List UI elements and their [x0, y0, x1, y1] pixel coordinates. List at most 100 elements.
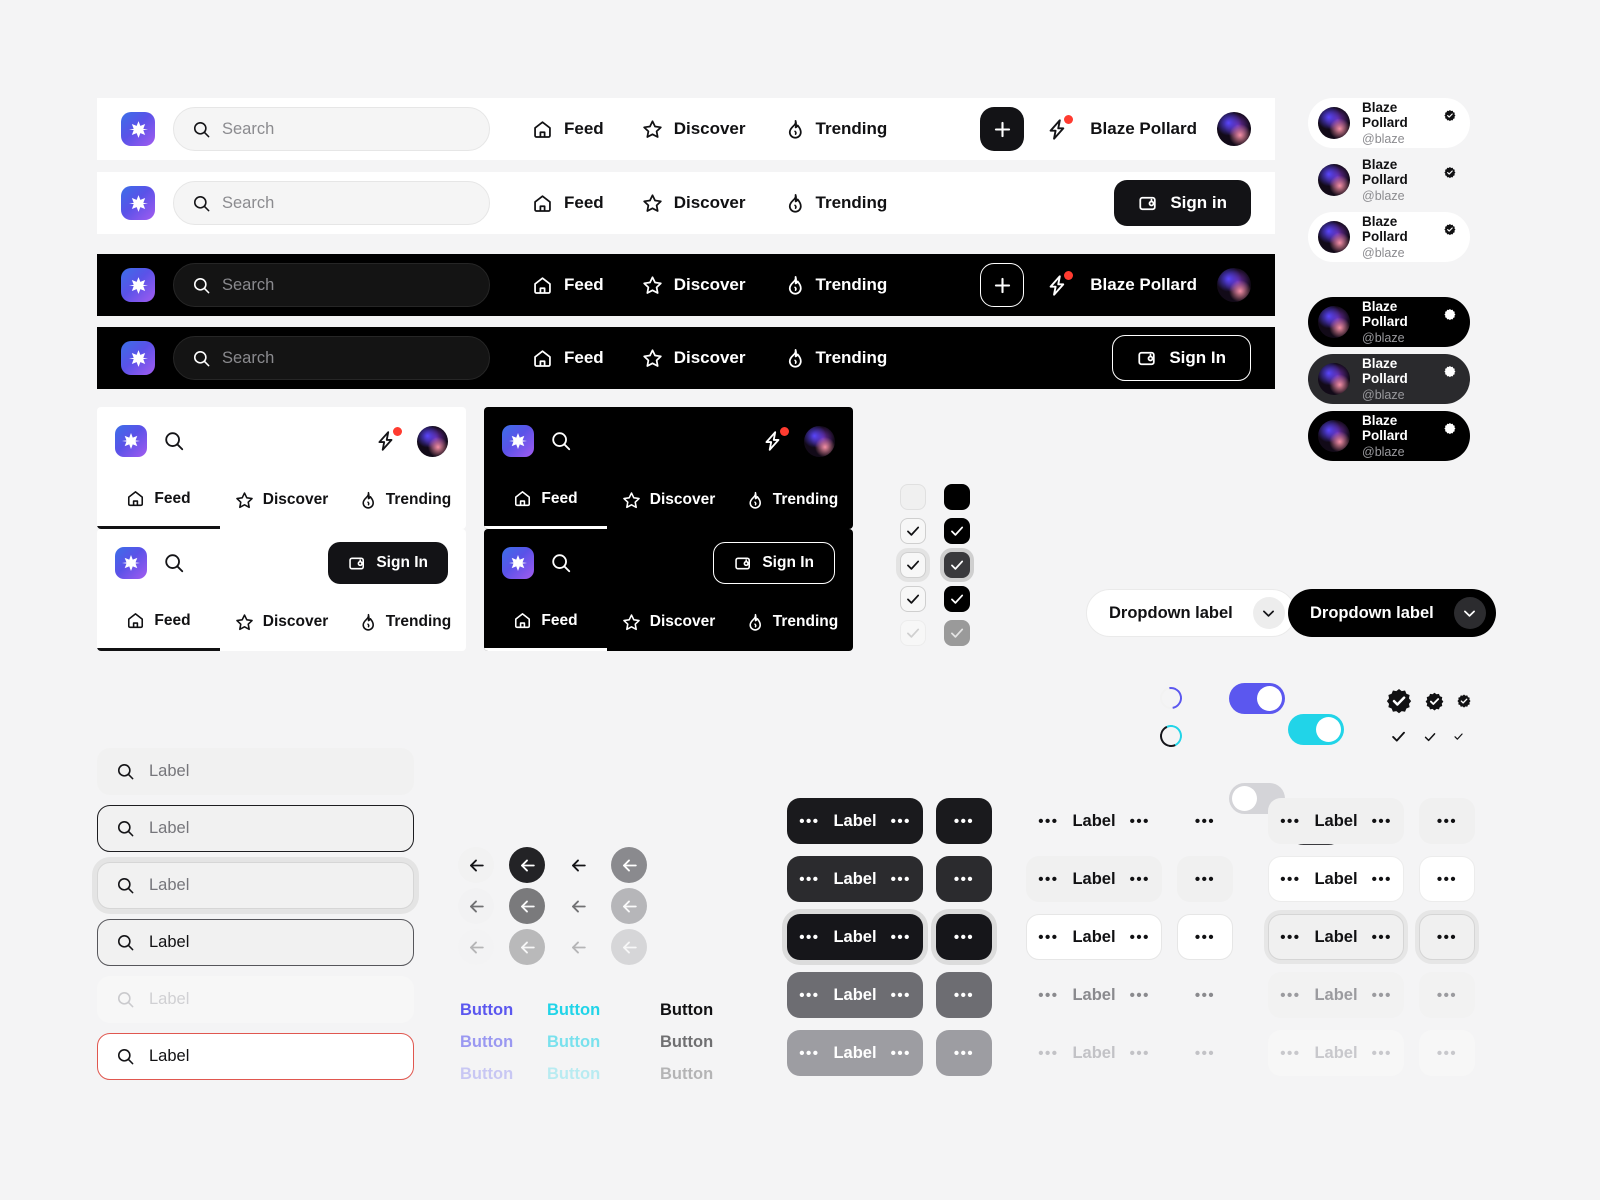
- nav-item-trending[interactable]: Trending: [784, 275, 887, 296]
- nav-item-feed[interactable]: Feed: [532, 193, 604, 214]
- input-field-filled[interactable]: Label: [97, 919, 414, 966]
- arrow-left-button[interactable]: [611, 888, 647, 924]
- search-icon[interactable]: [550, 552, 572, 574]
- search-input[interactable]: Search: [173, 263, 490, 307]
- text-button-black[interactable]: Button: [660, 1001, 722, 1020]
- icon-button-ghost-muted[interactable]: •••: [1177, 972, 1233, 1018]
- tab-trending[interactable]: Trending: [730, 475, 853, 529]
- arrow-left-button[interactable]: [458, 888, 494, 924]
- tab-feed[interactable]: Feed: [97, 597, 220, 651]
- text-button-indigo[interactable]: Button: [460, 1001, 522, 1020]
- signin-button[interactable]: Sign In: [328, 542, 448, 584]
- avatar[interactable]: [417, 425, 448, 457]
- label-button-ghost-hover[interactable]: ••• Label •••: [1026, 856, 1162, 902]
- text-button-indigo[interactable]: Button: [460, 1033, 522, 1052]
- search-icon[interactable]: [163, 430, 185, 452]
- checkbox-unchecked[interactable]: [944, 484, 970, 510]
- user-chip[interactable]: Blaze Pollard @blaze: [1308, 155, 1470, 205]
- user-chip[interactable]: Blaze Pollard @blaze: [1308, 212, 1470, 262]
- label-button-ghost-muted[interactable]: ••• Label •••: [1026, 972, 1162, 1018]
- label-button-ghost[interactable]: ••• Label •••: [1026, 798, 1162, 844]
- label-button-primary[interactable]: ••• Label •••: [787, 798, 923, 844]
- app-logo[interactable]: [115, 547, 147, 579]
- input-field-focused[interactable]: Label: [97, 862, 414, 909]
- signin-button[interactable]: Sign In: [1112, 335, 1251, 381]
- icon-button-primary-hover[interactable]: •••: [936, 856, 992, 902]
- tab-discover[interactable]: Discover: [220, 475, 343, 529]
- toggle-on-indigo[interactable]: [1229, 683, 1285, 714]
- nav-item-trending[interactable]: Trending: [784, 348, 887, 369]
- user-chip[interactable]: Blaze Pollard @blaze: [1308, 98, 1470, 148]
- label-button-secondary-focus[interactable]: ••• Label •••: [1268, 914, 1404, 960]
- app-logo[interactable]: [121, 112, 155, 146]
- nav-item-feed[interactable]: Feed: [532, 119, 604, 140]
- app-logo[interactable]: [121, 186, 155, 220]
- icon-button-primary-muted[interactable]: •••: [936, 972, 992, 1018]
- tab-discover[interactable]: Discover: [607, 475, 730, 529]
- app-logo[interactable]: [121, 268, 155, 302]
- nav-item-trending[interactable]: Trending: [784, 193, 887, 214]
- search-icon[interactable]: [550, 430, 572, 452]
- toggle-on-cyan[interactable]: [1288, 714, 1344, 745]
- arrow-left-button[interactable]: [611, 847, 647, 883]
- label-button-ghost-focus[interactable]: ••• Label •••: [1026, 914, 1162, 960]
- app-logo[interactable]: [502, 547, 534, 579]
- search-input[interactable]: Search: [173, 107, 490, 151]
- notifications-button[interactable]: [1044, 115, 1074, 142]
- search-icon[interactable]: [163, 552, 185, 574]
- text-button-black[interactable]: Button: [660, 1033, 722, 1052]
- checkbox-focused[interactable]: [944, 552, 970, 578]
- arrow-left-button[interactable]: [560, 888, 596, 924]
- label-button-secondary[interactable]: ••• Label •••: [1268, 798, 1404, 844]
- create-button[interactable]: [980, 263, 1025, 307]
- icon-button-ghost-focus[interactable]: •••: [1177, 914, 1233, 960]
- user-chip[interactable]: Blaze Pollard @blaze: [1308, 354, 1470, 404]
- dropdown-light[interactable]: Dropdown label: [1086, 589, 1296, 637]
- tab-feed[interactable]: Feed: [97, 475, 220, 529]
- nav-item-discover[interactable]: Discover: [642, 348, 746, 369]
- tab-discover[interactable]: Discover: [220, 597, 343, 651]
- checkbox-checked[interactable]: [900, 518, 926, 544]
- icon-button-secondary-hover[interactable]: •••: [1419, 856, 1475, 902]
- app-logo[interactable]: [121, 341, 155, 375]
- label-button-secondary-hover[interactable]: ••• Label •••: [1268, 856, 1404, 902]
- arrow-left-button[interactable]: [509, 888, 545, 924]
- arrow-left-button[interactable]: [509, 847, 545, 883]
- icon-button-secondary-muted[interactable]: •••: [1419, 972, 1475, 1018]
- notifications-button[interactable]: [373, 427, 402, 454]
- notifications-button[interactable]: [760, 427, 789, 454]
- nav-item-feed[interactable]: Feed: [532, 275, 604, 296]
- tab-trending[interactable]: Trending: [343, 475, 466, 529]
- icon-button-secondary-focus[interactable]: •••: [1419, 914, 1475, 960]
- avatar[interactable]: [804, 425, 835, 457]
- user-chip[interactable]: Blaze Pollard @blaze: [1308, 411, 1470, 461]
- checkbox-checked[interactable]: [900, 586, 926, 612]
- label-button-secondary-muted[interactable]: ••• Label •••: [1268, 972, 1404, 1018]
- tab-feed[interactable]: Feed: [484, 475, 607, 529]
- tab-trending[interactable]: Trending: [730, 597, 853, 651]
- tab-trending[interactable]: Trending: [343, 597, 466, 651]
- input-field-hover[interactable]: Label: [97, 805, 414, 852]
- text-button-cyan[interactable]: Button: [547, 1001, 609, 1020]
- input-field-error[interactable]: Label: [97, 1033, 414, 1080]
- input-field-default[interactable]: Label: [97, 748, 414, 795]
- icon-button-ghost-hover[interactable]: •••: [1177, 856, 1233, 902]
- nav-item-feed[interactable]: Feed: [532, 348, 604, 369]
- search-input[interactable]: Search: [173, 336, 490, 380]
- icon-button-secondary[interactable]: •••: [1419, 798, 1475, 844]
- user-chip[interactable]: Blaze Pollard @blaze: [1308, 297, 1470, 347]
- icon-button-primary[interactable]: •••: [936, 798, 992, 844]
- nav-item-discover[interactable]: Discover: [642, 119, 746, 140]
- label-button-primary-hover[interactable]: ••• Label •••: [787, 856, 923, 902]
- tab-discover[interactable]: Discover: [607, 597, 730, 651]
- icon-button-primary-focus[interactable]: •••: [936, 914, 992, 960]
- app-logo[interactable]: [115, 425, 147, 457]
- icon-button-ghost[interactable]: •••: [1177, 798, 1233, 844]
- signin-button[interactable]: Sign In: [713, 542, 835, 584]
- checkbox-checked[interactable]: [944, 518, 970, 544]
- label-button-primary-muted[interactable]: ••• Label •••: [787, 972, 923, 1018]
- text-button-cyan[interactable]: Button: [547, 1033, 609, 1052]
- nav-item-discover[interactable]: Discover: [642, 275, 746, 296]
- search-input[interactable]: Search: [173, 181, 490, 225]
- tab-feed[interactable]: Feed: [484, 597, 607, 651]
